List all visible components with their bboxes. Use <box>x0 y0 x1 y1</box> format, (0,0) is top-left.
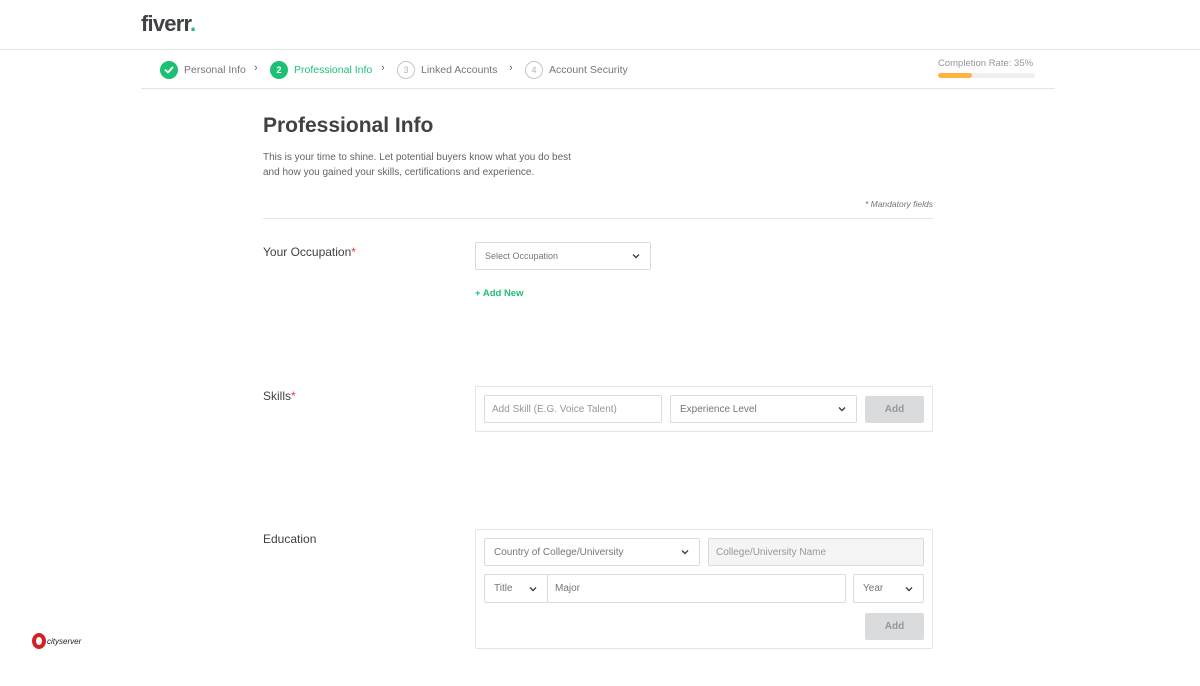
completion-rate: Completion Rate: 35% <box>938 58 1038 78</box>
check-icon <box>160 61 178 79</box>
occupation-label: Your Occupation* <box>263 245 356 259</box>
divider <box>263 218 933 219</box>
chevron-down-icon <box>632 254 640 259</box>
chevron-down-icon <box>838 407 846 412</box>
step-label: Account Security <box>549 64 628 76</box>
required-mark: * <box>291 389 296 403</box>
select-placeholder: Year <box>863 583 884 594</box>
select-placeholder: Experience Level <box>680 403 757 415</box>
step-number: 2 <box>270 61 288 79</box>
top-header: fiverr. <box>0 0 1200 50</box>
select-placeholder: Country of College/University <box>494 546 624 558</box>
mandatory-note: * Mandatory fields <box>864 199 933 209</box>
completion-label: Completion Rate: 35% <box>938 58 1034 69</box>
chevron-down-icon <box>905 586 913 591</box>
step-number: 4 <box>525 61 543 79</box>
major-input[interactable]: Major <box>547 574 846 603</box>
year-select[interactable]: Year <box>853 574 924 603</box>
watermark-logo: cityserver <box>32 633 81 649</box>
fiverr-logo[interactable]: fiverr. <box>141 11 196 37</box>
skill-input[interactable]: Add Skill (E.G. Voice Talent) <box>484 395 662 423</box>
chevron-down-icon <box>681 550 689 555</box>
step-professional-info[interactable]: 2 Professional Info <box>270 60 372 80</box>
experience-level-select[interactable]: Experience Level <box>670 395 857 423</box>
step-label: Personal Info <box>184 64 246 76</box>
step-label: Linked Accounts <box>421 64 498 76</box>
chevron-right-icon: › <box>381 62 385 74</box>
step-number: 3 <box>397 61 415 79</box>
progress-stepper: Personal Info › 2 Professional Info › 3 … <box>141 51 1055 89</box>
chevron-down-icon <box>529 586 537 591</box>
skills-label: Skills* <box>263 389 296 403</box>
page-title: Professional Info <box>263 114 434 137</box>
add-new-occupation-link[interactable]: + Add New <box>475 288 523 299</box>
completion-progress-bar <box>938 73 1035 78</box>
watermark-text: cityserver <box>47 636 82 646</box>
required-mark: * <box>351 245 356 259</box>
college-name-input[interactable]: College/University Name <box>708 538 924 566</box>
country-select[interactable]: Country of College/University <box>484 538 700 566</box>
step-personal-info[interactable]: Personal Info <box>160 60 246 80</box>
completion-progress-fill <box>938 73 972 78</box>
intro-text: This is your time to shine. Let potentia… <box>263 152 571 178</box>
select-placeholder: Title <box>494 583 513 594</box>
step-account-security[interactable]: 4 Account Security <box>525 60 628 80</box>
occupation-select[interactable]: Select Occupation <box>475 242 651 270</box>
watermark-icon <box>32 633 46 649</box>
chevron-right-icon: › <box>254 62 258 74</box>
education-label: Education <box>263 532 317 546</box>
chevron-right-icon: › <box>509 62 513 74</box>
step-label: Professional Info <box>294 64 373 76</box>
step-linked-accounts[interactable]: 3 Linked Accounts <box>397 60 497 80</box>
add-education-button[interactable]: Add <box>865 613 924 640</box>
add-skill-button[interactable]: Add <box>865 396 924 423</box>
select-placeholder: Select Occupation <box>485 251 559 261</box>
title-select[interactable]: Title <box>484 574 548 603</box>
